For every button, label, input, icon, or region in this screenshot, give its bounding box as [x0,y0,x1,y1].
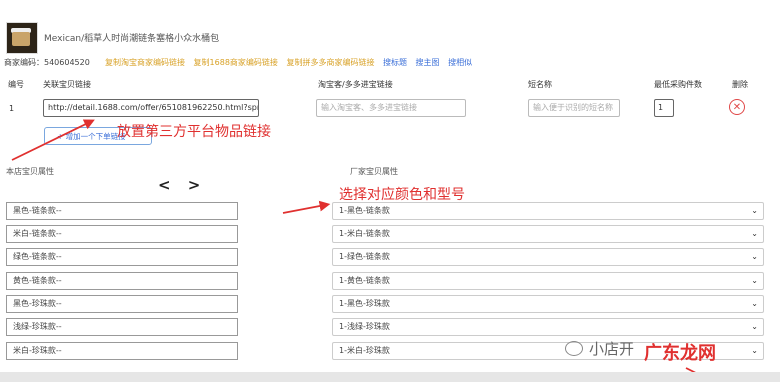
vendor-select-3-value: 1-绿色-链条款 [339,252,390,261]
store-attributes-title: 本店宝贝属性 [6,167,54,176]
arrow-to-link-input [11,119,95,161]
vendor-select-1[interactable]: 1-黑色-链条款 ⌄ [332,202,764,220]
watermark: 小店开 [565,338,634,359]
chevron-down-icon: ⌄ [751,322,758,331]
annotation-select-color: 选择对应颜色和型号 [339,187,465,203]
store-attr-2: 米白-链条款-- [6,225,238,243]
store-attr-6: 浅绿-珍珠款-- [6,318,238,336]
vendor-select-2[interactable]: 1-米白-链条款 ⌄ [332,225,764,243]
annotation-place-link: 放置第三方平台物品链接 [117,124,271,140]
vendor-select-6[interactable]: 1-浅绿-珍珠款 ⌄ [332,318,764,336]
chevron-down-icon: ⌄ [751,206,758,215]
store-attr-1: 黑色-链条款-- [6,202,238,220]
vendor-select-1-value: 1-黑色-链条款 [339,206,390,215]
vendor-select-7-value: 1-米白-珍珠款 [339,346,390,355]
chevron-down-icon: ⌄ [751,299,758,308]
vendor-select-4-value: 1-黄色-链条款 [339,276,390,285]
vendor-select-3[interactable]: 1-绿色-链条款 ⌄ [332,248,764,266]
vendor-select-6-value: 1-浅绿-珍珠款 [339,322,390,331]
wechat-icon [565,341,583,356]
watermark-text: 小店开 [589,340,635,358]
chevron-down-icon: ⌄ [751,252,758,261]
store-attr-4: 黄色-链条款-- [6,272,238,290]
vendor-select-4[interactable]: 1-黄色-链条款 ⌄ [332,272,764,290]
watermark-brand: 广东龙网 [644,343,716,364]
store-attr-3: 绿色-链条款-- [6,248,238,266]
pager-arrows[interactable]: < > [158,176,206,194]
chevron-down-icon: ⌄ [751,276,758,285]
vendor-select-2-value: 1-米白-链条款 [339,229,390,238]
vendor-select-5[interactable]: 1-黑色-珍珠款 ⌄ [332,295,764,313]
chevron-down-icon: ⌄ [751,229,758,238]
chevron-down-icon: ⌄ [751,346,758,355]
vendor-attributes-title: 厂家宝贝属性 [350,167,398,176]
arrow-to-vendor-select [282,200,331,214]
store-attr-5: 黑色-珍珠款-- [6,295,238,313]
bottom-bar [0,372,780,382]
store-attr-7: 米白-珍珠款-- [6,342,238,360]
vendor-select-5-value: 1-黑色-珍珠款 [339,299,390,308]
